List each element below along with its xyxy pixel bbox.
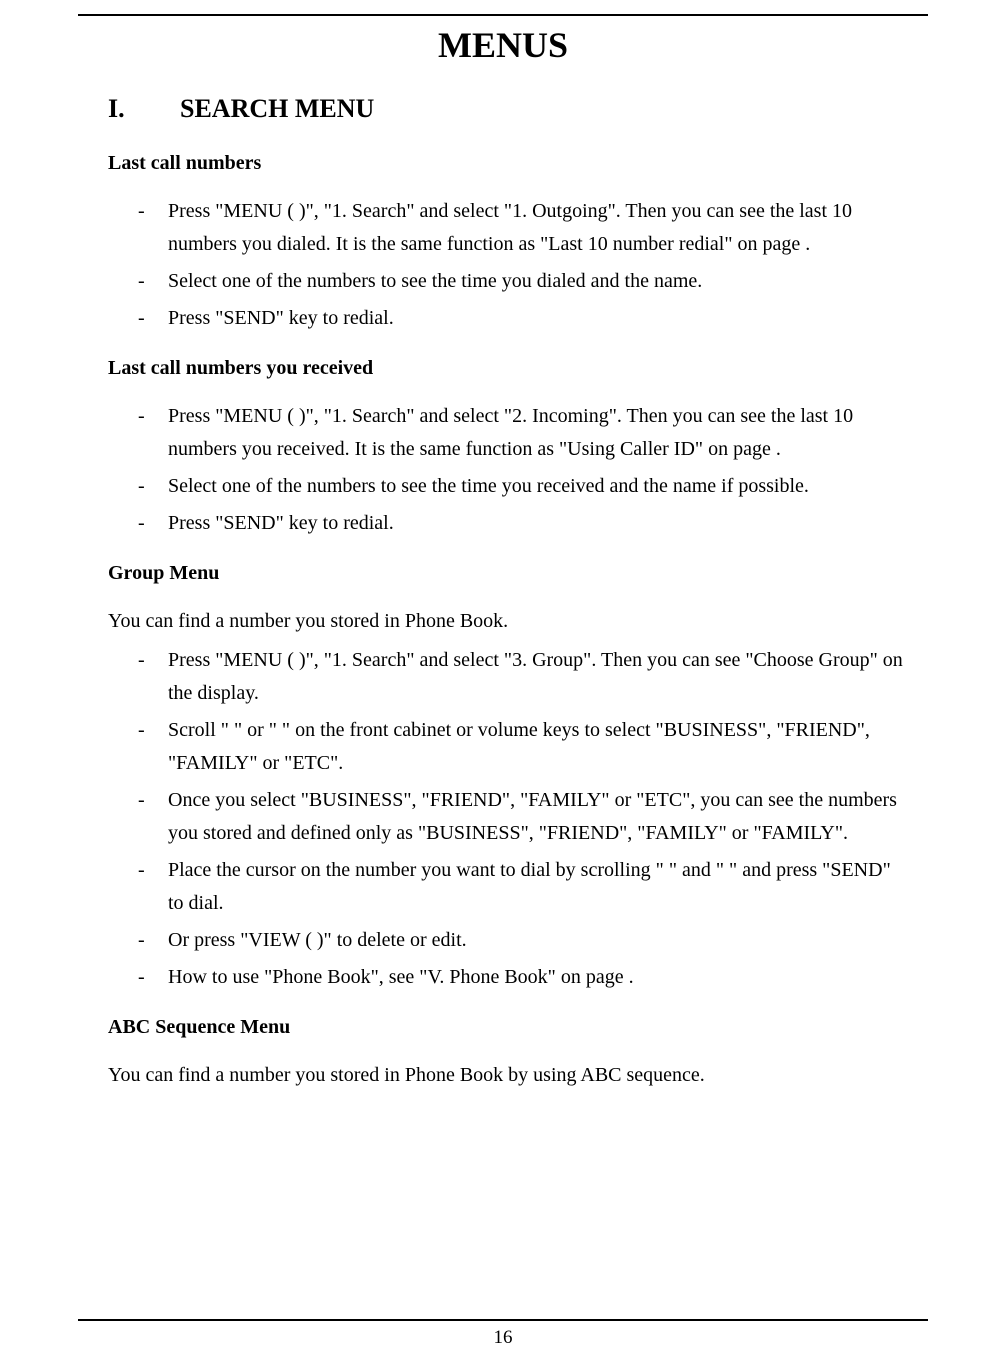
intro-group-menu: You can find a number you stored in Phon… — [108, 605, 908, 638]
page-number: 16 — [0, 1327, 1006, 1349]
list-last-call-received: Press "MENU ( )", "1. Search" and select… — [108, 400, 908, 540]
list-item: Select one of the numbers to see the tim… — [108, 265, 908, 298]
page-title: MENUS — [0, 24, 1006, 66]
intro-abc-sequence: You can find a number you stored in Phon… — [108, 1059, 908, 1092]
list-group-menu: Press "MENU ( )", "1. Search" and select… — [108, 644, 908, 994]
list-item: Or press "VIEW ( )" to delete or edit. — [108, 924, 908, 957]
bottom-rule — [78, 1319, 928, 1321]
list-item: Press "MENU ( )", "1. Search" and select… — [108, 400, 908, 466]
list-item: Press "SEND" key to redial. — [108, 507, 908, 540]
top-rule — [78, 14, 928, 16]
subheading-last-call-numbers: Last call numbers — [108, 152, 908, 175]
list-last-call-numbers: Press "MENU ( )", "1. Search" and select… — [108, 195, 908, 335]
list-item: Once you select "BUSINESS", "FRIEND", "F… — [108, 784, 908, 850]
subheading-abc-sequence: ABC Sequence Menu — [108, 1016, 908, 1039]
page: MENUS I. SEARCH MENU Last call numbers P… — [0, 14, 1006, 1092]
subheading-group-menu: Group Menu — [108, 562, 908, 585]
section-number: I. — [108, 94, 180, 124]
list-item: Press "MENU ( )", "1. Search" and select… — [108, 644, 908, 710]
list-item: Press "MENU ( )", "1. Search" and select… — [108, 195, 908, 261]
list-item: Place the cursor on the number you want … — [108, 854, 908, 920]
content: I. SEARCH MENU Last call numbers Press "… — [108, 94, 908, 1092]
list-item: How to use "Phone Book", see "V. Phone B… — [108, 961, 908, 994]
list-item: Scroll " " or " " on the front cabinet o… — [108, 714, 908, 780]
section-header: I. SEARCH MENU — [108, 94, 908, 124]
subheading-last-call-received: Last call numbers you received — [108, 357, 908, 380]
list-item: Press "SEND" key to redial. — [108, 302, 908, 335]
list-item: Select one of the numbers to see the tim… — [108, 470, 908, 503]
section-heading: SEARCH MENU — [180, 94, 374, 124]
